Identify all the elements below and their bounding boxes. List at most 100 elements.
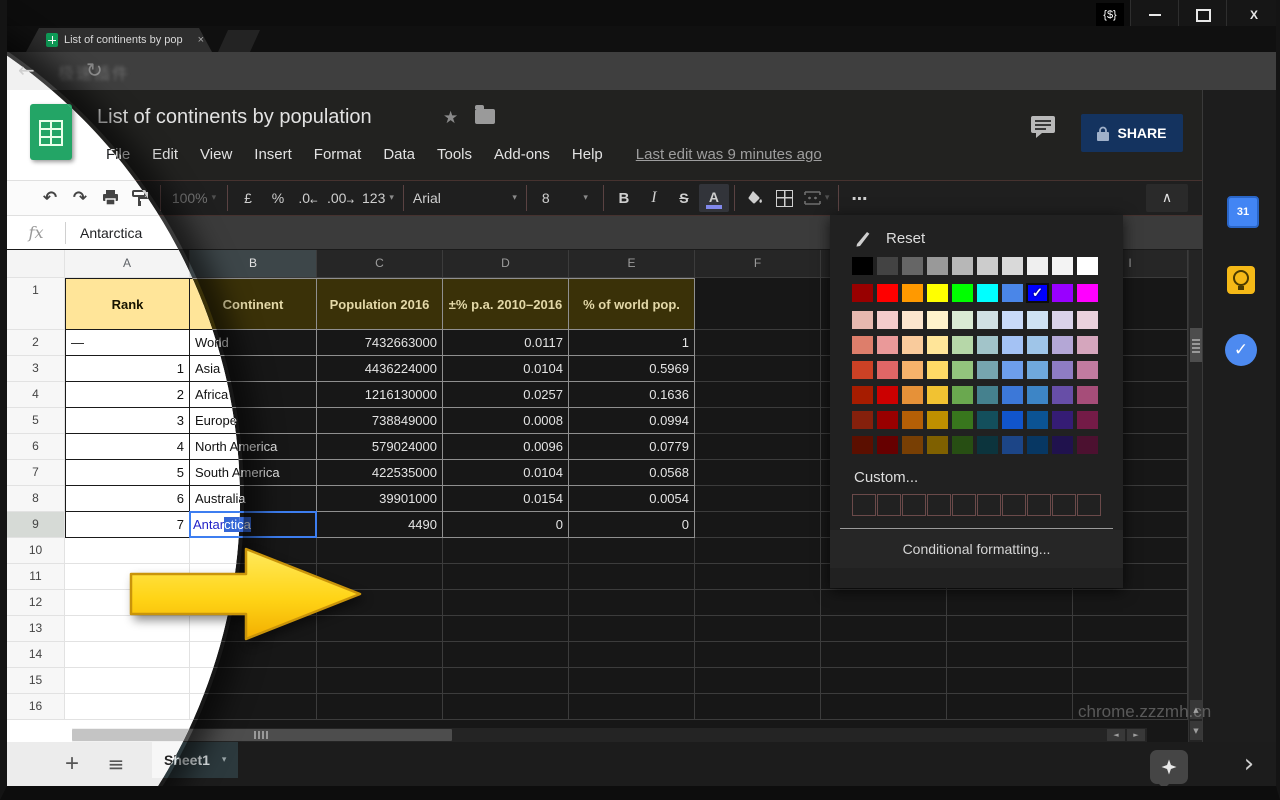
cell-A8[interactable]: 6 bbox=[65, 486, 190, 512]
cell-F2[interactable] bbox=[695, 330, 821, 356]
color-swatch-f4cccc[interactable] bbox=[877, 311, 898, 329]
color-swatch-d9d9d9[interactable] bbox=[1002, 257, 1023, 275]
cell-F5[interactable] bbox=[695, 408, 821, 434]
cell-B6[interactable]: North America bbox=[190, 434, 317, 460]
color-swatch-666666[interactable] bbox=[902, 257, 923, 275]
color-swatch-f6b26b[interactable] bbox=[902, 361, 923, 379]
row-header-1[interactable]: 1 bbox=[7, 278, 65, 330]
cell-E12[interactable] bbox=[569, 590, 695, 616]
color-swatch-0b5394[interactable] bbox=[1027, 411, 1048, 429]
color-swatch-1c4587[interactable] bbox=[1002, 436, 1023, 454]
cell-F16[interactable] bbox=[695, 694, 821, 720]
font-size-select[interactable]: 8▾ bbox=[532, 184, 598, 212]
color-swatch-999999[interactable] bbox=[927, 257, 948, 275]
cell-D14[interactable] bbox=[443, 642, 569, 668]
color-swatch-76a5af[interactable] bbox=[977, 361, 998, 379]
color-swatch-3c78d8[interactable] bbox=[1002, 386, 1023, 404]
color-swatch-351c75[interactable] bbox=[1052, 411, 1073, 429]
format-percent-button[interactable]: % bbox=[263, 184, 293, 212]
color-swatch-d9d2e9[interactable] bbox=[1052, 311, 1073, 329]
paint-format-button[interactable] bbox=[125, 184, 155, 212]
cell-F15[interactable] bbox=[695, 668, 821, 694]
cell-G13[interactable] bbox=[821, 616, 947, 642]
cell-E7[interactable]: 0.0568 bbox=[569, 460, 695, 486]
cell-A7[interactable]: 5 bbox=[65, 460, 190, 486]
cell-I15[interactable] bbox=[1073, 668, 1188, 694]
color-swatch-4a86e8[interactable] bbox=[1002, 284, 1023, 302]
cell-E6[interactable]: 0.0779 bbox=[569, 434, 695, 460]
cell-C16[interactable] bbox=[317, 694, 443, 720]
cell-F6[interactable] bbox=[695, 434, 821, 460]
color-swatch-1155cc[interactable] bbox=[1002, 411, 1023, 429]
cell-E2[interactable]: 1 bbox=[569, 330, 695, 356]
color-swatch-a4c2f4[interactable] bbox=[1002, 336, 1023, 354]
color-swatch-38761d[interactable] bbox=[952, 411, 973, 429]
column-header-B[interactable]: B bbox=[190, 250, 317, 278]
menu-view[interactable]: View bbox=[189, 140, 243, 169]
all-sheets-button[interactable]: ≡ bbox=[99, 748, 133, 780]
decrease-decimal-button[interactable]: .0← bbox=[293, 184, 323, 212]
cell-E10[interactable] bbox=[569, 538, 695, 564]
color-swatch-efefef[interactable] bbox=[1027, 257, 1048, 275]
cell-E13[interactable] bbox=[569, 616, 695, 642]
increase-decimal-button[interactable]: .00→ bbox=[323, 184, 358, 212]
cell-F7[interactable] bbox=[695, 460, 821, 486]
menu-data[interactable]: Data bbox=[372, 140, 426, 169]
cell-D2[interactable]: 0.0117 bbox=[443, 330, 569, 356]
color-swatch-783f04[interactable] bbox=[902, 436, 923, 454]
color-swatch-d5a6bd[interactable] bbox=[1077, 336, 1098, 354]
formula-input[interactable]: Antarctica bbox=[80, 225, 142, 241]
cell-A16[interactable] bbox=[65, 694, 190, 720]
color-swatch-6fa8dc[interactable] bbox=[1027, 361, 1048, 379]
column-header-C[interactable]: C bbox=[317, 250, 443, 278]
color-swatch-ff0000[interactable] bbox=[877, 284, 898, 302]
scroll-left-icon[interactable]: ◄ bbox=[1107, 729, 1125, 741]
color-swatch-8e7cc3[interactable] bbox=[1052, 361, 1073, 379]
cell-D5[interactable]: 0.0008 bbox=[443, 408, 569, 434]
cell-I13[interactable] bbox=[1073, 616, 1188, 642]
browser-tab[interactable]: List of continents by pop × bbox=[26, 28, 212, 52]
color-swatch-20124d[interactable] bbox=[1052, 436, 1073, 454]
new-tab-button[interactable] bbox=[218, 30, 260, 52]
color-swatch-c9daf8[interactable] bbox=[1002, 311, 1023, 329]
cell-A1[interactable]: Rank bbox=[65, 278, 190, 330]
italic-button[interactable]: I bbox=[639, 184, 669, 212]
cell-E5[interactable]: 0.0994 bbox=[569, 408, 695, 434]
borders-button[interactable] bbox=[770, 184, 800, 212]
menu-addons[interactable]: Add-ons bbox=[483, 140, 561, 169]
column-header-D[interactable]: D bbox=[443, 250, 569, 278]
row-header-7[interactable]: 7 bbox=[7, 460, 65, 486]
color-swatch-a64d79[interactable] bbox=[1077, 386, 1098, 404]
cell-F1[interactable] bbox=[695, 278, 821, 330]
document-title[interactable]: List of continents by population bbox=[97, 106, 372, 129]
row-header-9[interactable]: 9 bbox=[7, 512, 65, 538]
scroll-down-icon[interactable]: ▼ bbox=[1190, 721, 1202, 740]
cell-B7[interactable]: South America bbox=[190, 460, 317, 486]
column-header-A[interactable]: A bbox=[65, 250, 190, 278]
cell-H16[interactable] bbox=[947, 694, 1073, 720]
color-swatch-cfe2f3[interactable] bbox=[1027, 311, 1048, 329]
color-swatch-6aa84f[interactable] bbox=[952, 386, 973, 404]
color-swatch-3d85c6[interactable] bbox=[1027, 386, 1048, 404]
add-sheet-button[interactable]: + bbox=[55, 748, 89, 780]
star-document-icon[interactable]: ★ bbox=[443, 108, 458, 128]
custom-color-slot[interactable] bbox=[977, 494, 1001, 516]
tab-close-icon[interactable]: × bbox=[198, 34, 204, 46]
custom-color-item[interactable]: Custom... bbox=[830, 461, 1123, 494]
color-swatch-660000[interactable] bbox=[877, 436, 898, 454]
color-swatch-e6b8af[interactable] bbox=[852, 311, 873, 329]
color-swatch-fce5cd[interactable] bbox=[902, 311, 923, 329]
keep-icon[interactable] bbox=[1227, 266, 1255, 294]
strikethrough-button[interactable]: S bbox=[669, 184, 699, 212]
color-swatch-cc0000[interactable] bbox=[877, 386, 898, 404]
cell-B1[interactable]: Continent bbox=[190, 278, 317, 330]
color-swatch-ffff00[interactable] bbox=[927, 284, 948, 302]
cell-C6[interactable]: 579024000 bbox=[317, 434, 443, 460]
row-header-5[interactable]: 5 bbox=[7, 408, 65, 434]
cell-H15[interactable] bbox=[947, 668, 1073, 694]
custom-color-slot[interactable] bbox=[1002, 494, 1026, 516]
color-swatch-c27ba0[interactable] bbox=[1077, 361, 1098, 379]
cell-C7[interactable]: 422535000 bbox=[317, 460, 443, 486]
color-swatch-e06666[interactable] bbox=[877, 361, 898, 379]
cell-G14[interactable] bbox=[821, 642, 947, 668]
